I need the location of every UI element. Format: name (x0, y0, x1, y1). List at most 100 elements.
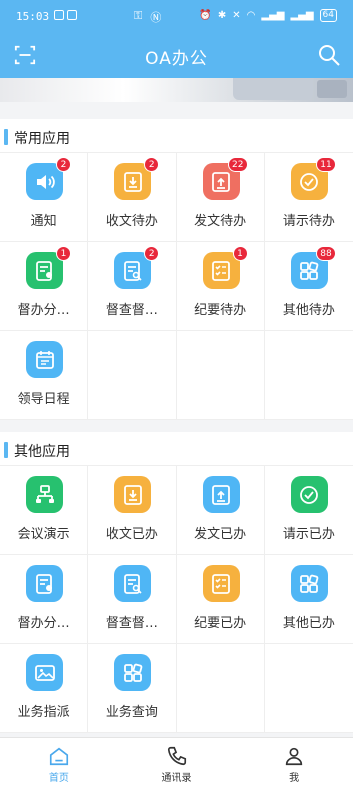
app-tile[interactable]: 2 督查督… (88, 242, 177, 331)
app-label: 纪要待办 (194, 303, 247, 318)
app-tile[interactable]: 其他已办 (264, 555, 353, 644)
inspect-doc-icon (123, 573, 142, 594)
app-icon (26, 654, 63, 691)
checklist-icon (212, 573, 230, 594)
status-time: 15:03 (16, 10, 50, 23)
app-icon: 1 (202, 246, 248, 289)
app-label: 业务查询 (105, 705, 158, 720)
tab-label: 通讯录 (161, 773, 192, 784)
app-label: 发文已办 (194, 527, 247, 542)
app-tile[interactable]: 2 收文待办 (88, 153, 177, 242)
wifi-icon: ◠ (246, 10, 256, 21)
app-label: 督查督… (105, 303, 158, 318)
app-tile[interactable]: 2 通知 (0, 153, 89, 242)
section-other-apps: 其他应用 会议演示 收文已办 发文已办 请示已办督办分… 督查督… 纪要已办 其他已办业务指… (0, 432, 353, 733)
speaker-icon (36, 174, 55, 189)
app-label: 业务指派 (17, 705, 70, 720)
app-label: 请示待办 (282, 214, 335, 229)
user-icon (286, 747, 303, 766)
bluetooth-icon: ✱ (217, 10, 227, 21)
apps-grid-icon (300, 574, 319, 593)
picture-icon (34, 664, 55, 681)
app-tile[interactable]: 领导日程 (0, 331, 89, 420)
mute-icon: ✕ (232, 10, 241, 21)
app-icon (114, 654, 152, 691)
app-tile[interactable]: 督查督… (88, 555, 177, 644)
app-grid: 会议演示 收文已办 发文已办 请示已办督办分… 督查督… 纪要已办 其他已办业务指派 业务查询 (0, 466, 353, 733)
tab-home[interactable]: 首页 (0, 738, 118, 785)
app-tile[interactable]: 纪要已办 (176, 555, 265, 644)
app-tile[interactable]: 督办分… (0, 555, 89, 644)
grid-empty-cell (176, 331, 265, 420)
tab-contacts[interactable]: 通讯录 (118, 738, 236, 785)
app-label: 纪要已办 (194, 616, 247, 631)
app-tile[interactable]: 11 请示待办 (264, 153, 353, 242)
search-icon[interactable] (317, 43, 341, 67)
app-label: 收文已办 (105, 527, 158, 542)
signal-icon: ▂▄▆ (290, 10, 314, 21)
section-title: 常用应用 (14, 131, 70, 147)
app-icon: 11 (290, 157, 336, 200)
signal-icon: ▂▄▆ (261, 10, 285, 21)
app-label: 督办分… (17, 616, 70, 631)
supervise-doc-icon (35, 260, 52, 281)
grid-empty-cell (264, 644, 353, 733)
app-icon: 88 (290, 246, 336, 289)
outbox-upload-icon (212, 484, 230, 505)
app-tile[interactable]: 业务指派 (0, 644, 89, 733)
status-mid-icons: ⚿ Ⓝ (134, 9, 161, 25)
supervise-doc-icon (35, 573, 52, 594)
section-accent-bar (4, 442, 8, 458)
app-tile[interactable]: 88 其他待办 (264, 242, 353, 331)
notification-icon (54, 10, 64, 20)
app-tile[interactable]: 1 纪要待办 (176, 242, 265, 331)
banner-image[interactable] (0, 78, 353, 102)
apps-grid-icon (123, 663, 143, 682)
app-tile[interactable]: 22 发文待办 (176, 153, 265, 242)
app-tile[interactable]: 发文已办 (176, 466, 265, 555)
inbox-download-icon (123, 484, 142, 505)
grid-empty-cell (176, 644, 265, 733)
app-icon: 1 (26, 246, 71, 289)
approval-check-icon (300, 172, 319, 191)
count-badge: 11 (316, 157, 336, 172)
app-tile[interactable]: 1 督办分… (0, 242, 89, 331)
count-badge: 88 (316, 246, 336, 261)
app-label: 发文待办 (194, 214, 247, 229)
notification-icon (67, 10, 77, 20)
battery-icon: 64 (319, 9, 337, 22)
count-badge: 2 (144, 246, 160, 261)
section-common-apps: 常用应用 2 通知 2 收文待办 22 发文待办 11 请示待办 1 督办分… 2 督查督… 1 纪要待办… (0, 119, 353, 420)
app-icon (202, 476, 240, 513)
approval-check-icon (300, 485, 319, 504)
app-icon (290, 565, 328, 602)
tab-label: 我 (289, 773, 300, 784)
alarm-icon: ⏰ (199, 10, 212, 21)
app-label: 其他待办 (282, 303, 335, 318)
calendar-icon (35, 350, 54, 369)
app-label: 会议演示 (17, 527, 70, 542)
app-icon: 2 (114, 157, 160, 200)
apps-grid-icon (300, 261, 319, 280)
app-icon: 2 (26, 157, 71, 200)
app-label: 收文待办 (105, 214, 158, 229)
home-icon (49, 747, 68, 766)
app-tile[interactable]: 业务查询 (88, 644, 177, 733)
app-tile[interactable]: 请示已办 (264, 466, 353, 555)
section-accent-bar (4, 129, 8, 145)
count-badge: 2 (144, 157, 160, 172)
page-title: OA办公 (145, 49, 208, 69)
status-right-icons: ⏰ ✱ ✕ ◠ ▂▄▆ ▂▄▆ 64 (199, 9, 337, 22)
grid-empty-cell (88, 331, 177, 420)
app-icon: 2 (114, 246, 160, 289)
app-grid: 2 通知 2 收文待办 22 发文待办 11 请示待办 1 督办分… 2 督查督… 1 纪要待办 88 其他待… (0, 153, 353, 420)
app-tile[interactable]: 收文已办 (88, 466, 177, 555)
app-tile[interactable]: 会议演示 (0, 466, 89, 555)
tab-me[interactable]: 我 (235, 738, 353, 785)
app-header: OA办公 (0, 32, 353, 78)
app-icon: 22 (202, 157, 248, 200)
app-icon (26, 476, 63, 513)
section-title: 其他应用 (14, 444, 70, 460)
inspect-doc-icon (123, 260, 142, 281)
count-badge: 22 (228, 157, 248, 172)
